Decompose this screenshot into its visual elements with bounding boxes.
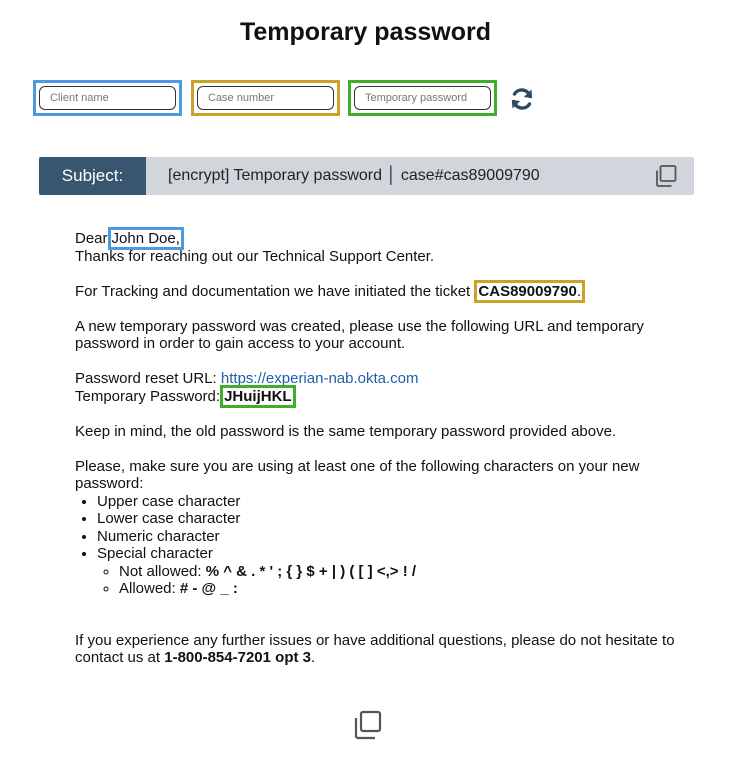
requirements-intro: Please, make sure you are using at least…: [75, 457, 640, 493]
reset-url-label: Password reset URL:: [75, 370, 217, 387]
client-name-field-frame: [33, 80, 182, 116]
thanks-text: Thanks for reaching out our Technical Su…: [75, 247, 435, 265]
temp-password-value: JHuijHKL: [224, 387, 292, 405]
temp-password-input[interactable]: [354, 86, 491, 110]
copy-subject-icon[interactable]: [654, 164, 678, 188]
case-number-input[interactable]: [197, 86, 334, 110]
not-allowed-label: Not allowed:: [119, 562, 202, 580]
temp-password-highlight: JHuijHKL: [220, 384, 296, 408]
support-phone: 1-800-854-7201 opt 3: [164, 649, 311, 666]
new-password-intro: A new temporary password was created, pl…: [75, 317, 644, 353]
ticket-number: CAS89009790: [478, 282, 577, 300]
allowed-item: Allowed: # - @ _ :: [119, 580, 700, 598]
old-password-note: Keep in mind, the old password is the sa…: [75, 422, 617, 440]
requirement-item: Upper case character: [97, 493, 700, 511]
copy-body-icon[interactable]: [353, 710, 383, 740]
allowed-chars: # - @ _ :: [179, 580, 238, 597]
client-name-input[interactable]: [39, 86, 176, 110]
ticket-prefix: For Tracking and documentation we have i…: [75, 282, 471, 300]
credentials-block: Password reset URL: https://experian-nab…: [75, 370, 700, 408]
requirement-item: Special character Not allowed: % ^ & . *…: [97, 545, 700, 598]
requirement-item: Lower case character: [97, 510, 700, 528]
email-body: Dear John Doe, Thanks for reaching out ou…: [75, 227, 700, 684]
closing-block: If you experience any further issues or …: [75, 632, 700, 667]
special-chars-list: Not allowed: % ^ & . * ' ; { } $ + | ) (…: [97, 563, 700, 598]
subject-bar: Subject: [encrypt] Temporary password │ …: [39, 157, 694, 195]
refresh-icon[interactable]: [509, 86, 535, 112]
requirements-list: Upper case character Lower case characte…: [75, 493, 700, 598]
greeting-block: Dear John Doe, Thanks for reaching out ou…: [75, 227, 700, 265]
case-number-field-frame: [191, 80, 340, 116]
requirement-item: Numeric character: [97, 528, 700, 546]
ticket-number-highlight: CAS89009790.: [474, 279, 585, 303]
not-allowed-item: Not allowed: % ^ & . * ' ; { } $ + | ) (…: [119, 563, 700, 581]
page-title: Temporary password: [239, 18, 491, 46]
ticket-line: For Tracking and documentation we have i…: [75, 279, 700, 303]
requirement-special-label: Special character: [97, 545, 213, 562]
temp-password-label: Temporary Password:: [75, 387, 221, 405]
greeting-prefix: Dear: [75, 230, 108, 247]
requirements-block: Please, make sure you are using at least…: [75, 458, 700, 598]
allowed-label: Allowed:: [119, 580, 176, 597]
temp-password-field-frame: [348, 80, 497, 116]
subject-text: [encrypt] Temporary password │ case#cas8…: [168, 167, 540, 184]
subject-label: Subject:: [39, 157, 146, 195]
closing-suffix: .: [310, 649, 316, 666]
ticket-suffix: .: [576, 282, 581, 300]
not-allowed-chars: % ^ & . * ' ; { } $ + | ) ( [ ] <,> ! /: [205, 562, 417, 580]
